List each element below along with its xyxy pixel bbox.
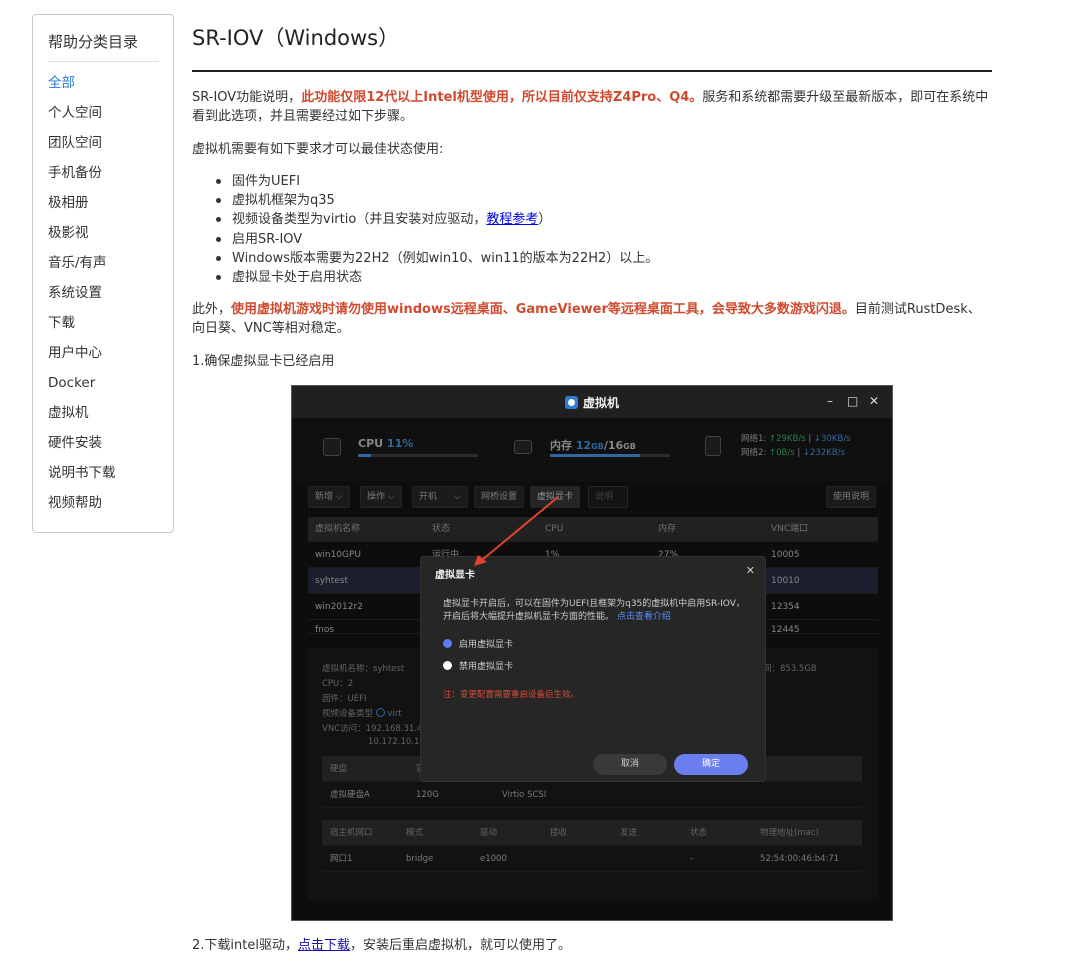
requirement-item: 虚拟机框架为q35 bbox=[212, 191, 658, 210]
step-2-text: 2.下载intel驱动， bbox=[192, 938, 298, 953]
warning-text: 此外， bbox=[192, 302, 232, 317]
requirement-item: Windows版本需要为22H2（例如win10、win11的版本为22H2）以… bbox=[212, 249, 658, 268]
download-link[interactable]: 点击下载 bbox=[298, 938, 350, 953]
sidebar-item-system-settings[interactable]: 系统设置 bbox=[48, 283, 116, 313]
intro-warning: 此功能仅限12代以上Intel机型使用，所以目前仅支持Z4Pro、Q4。 bbox=[301, 90, 703, 105]
step-2-text-tail: ，安装后重启虚拟机，就可以使用了。 bbox=[349, 938, 571, 953]
sidebar-item-docker[interactable]: Docker bbox=[48, 373, 116, 403]
requirement-text: 固件为UEFI bbox=[232, 174, 301, 189]
requirement-text: 虚拟显卡处于启用状态 bbox=[232, 270, 363, 286]
sidebar-item-user-center[interactable]: 用户中心 bbox=[48, 343, 116, 373]
requirement-text: Windows版本需要为22H2（例如win10、win11的版本为22H2）以… bbox=[232, 250, 659, 266]
intro-paragraph: SR-IOV功能说明，此功能仅限12代以上Intel机型使用，所以目前仅支持Z4… bbox=[192, 88, 992, 126]
requirements-list: 固件为UEFI 虚拟机框架为q35 视频设备类型为virtio（并且安装对应驱动… bbox=[212, 172, 658, 287]
sidebar-item-music[interactable]: 音乐/有声 bbox=[48, 253, 116, 283]
requirement-text: 视频设备类型为virtio（并且安装对应驱动， bbox=[232, 212, 487, 228]
sidebar-item-phone-backup[interactable]: 手机备份 bbox=[48, 163, 116, 193]
sidebar-item-vm[interactable]: 虚拟机 bbox=[48, 403, 116, 433]
warning-paragraph: 此外，使用虚拟机游戏时请勿使用windows远程桌面、GameViewer等远程… bbox=[192, 300, 992, 338]
tutorial-link[interactable]: 教程参考 bbox=[486, 212, 538, 227]
requirement-item: 启用SR-IOV bbox=[212, 230, 658, 249]
step-2: 2.下载intel驱动，点击下载，安装后重启虚拟机，就可以使用了。 bbox=[192, 936, 992, 955]
sidebar-item-download[interactable]: 下载 bbox=[48, 313, 116, 343]
vm-screenshot: 虚拟机 – □ ✕ CPU 11% 内存 12GB/16GB 网络1: ↑29K… bbox=[291, 385, 893, 921]
sidebar-list: 全部 个人空间 团队空间 手机备份 极相册 极影视 音乐/有声 系统设置 下载 … bbox=[48, 73, 116, 523]
page-title: SR-IOV（Windows） bbox=[192, 26, 400, 50]
warning-red-text: 使用虚拟机游戏时请勿使用windows远程桌面、GameViewer等远程桌面工… bbox=[231, 302, 855, 317]
intro-text: SR-IOV功能说明， bbox=[192, 90, 302, 105]
sidebar-item-hardware[interactable]: 硬件安装 bbox=[48, 433, 116, 463]
sidebar-item-team-space[interactable]: 团队空间 bbox=[48, 133, 116, 163]
step-1: 1.确保虚拟显卡已经启用 bbox=[192, 354, 335, 369]
sidebar-item-photo-album[interactable]: 极相册 bbox=[48, 193, 116, 223]
requirement-text: ） bbox=[538, 212, 552, 228]
sidebar-item-video-help[interactable]: 视频帮助 bbox=[48, 493, 116, 523]
requirement-item: 虚拟显卡处于启用状态 bbox=[212, 268, 658, 287]
arrow-line bbox=[481, 496, 559, 561]
sidebar-item-all[interactable]: 全部 bbox=[48, 73, 116, 103]
requirement-item: 视频设备类型为virtio（并且安装对应驱动，教程参考） bbox=[212, 210, 658, 229]
requirements-heading: 虚拟机需要有如下要求才可以最佳状态使用: bbox=[192, 142, 444, 157]
annotation-arrow bbox=[474, 496, 559, 566]
sidebar-item-personal-space[interactable]: 个人空间 bbox=[48, 103, 116, 133]
sidebar-item-video[interactable]: 极影视 bbox=[48, 223, 116, 253]
sidebar-title: 帮助分类目录 bbox=[48, 31, 159, 62]
title-divider bbox=[192, 70, 992, 72]
requirement-text: 虚拟机框架为q35 bbox=[232, 193, 335, 209]
help-category-sidebar: 帮助分类目录 全部 个人空间 团队空间 手机备份 极相册 极影视 音乐/有声 系… bbox=[32, 14, 174, 533]
requirement-item: 固件为UEFI bbox=[212, 172, 658, 191]
requirement-text: 启用SR-IOV bbox=[232, 231, 303, 247]
sidebar-item-manual-download[interactable]: 说明书下载 bbox=[48, 463, 116, 493]
